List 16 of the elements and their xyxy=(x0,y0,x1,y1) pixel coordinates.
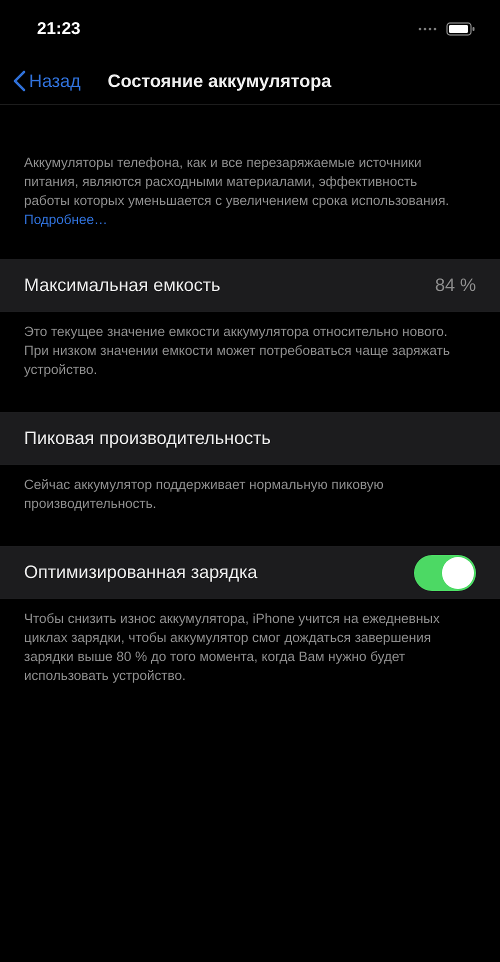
more-link[interactable]: Подробнее… xyxy=(24,212,108,227)
section-footer: Чтобы снизить износ аккумулятора, iPhone учится на ежедневных циклах зарядки, чтобы аккумулятор смог дождаться завершения зарядки выше 80 % до того момента, когда Вам нужно будет использовать устройство. xyxy=(0,599,478,718)
section-footer: Сейчас аккумулятор поддерживает нормальную пиковую производительность. xyxy=(0,465,478,546)
screen-title: Состояние аккумулятора xyxy=(108,70,332,92)
signal-icon xyxy=(418,27,438,31)
section-footer: Это текущее значение емкости аккумулятора относительно нового. При низком значении емкости может потребоваться чаще заряжать устройство. xyxy=(0,312,478,412)
battery-icon xyxy=(446,22,476,36)
toggle-switch[interactable] xyxy=(414,554,476,590)
setting-label: Пиковая производительность xyxy=(24,428,271,449)
status-time: 21:23 xyxy=(37,19,80,39)
back-chevron-icon xyxy=(12,70,26,92)
setting-label: Оптимизированная зарядка xyxy=(24,562,258,583)
intro-text: Аккумуляторы телефона, как и все перезаряжаемые источники питания, являются расходными материалами, эффективность работы которых уменьшается с увеличением срока использования. Подробнее… xyxy=(24,154,450,229)
back-button[interactable]: Назад xyxy=(12,70,81,92)
setting-label: Максимальная емкость xyxy=(24,275,220,296)
setting-value: 84 % xyxy=(434,275,476,296)
